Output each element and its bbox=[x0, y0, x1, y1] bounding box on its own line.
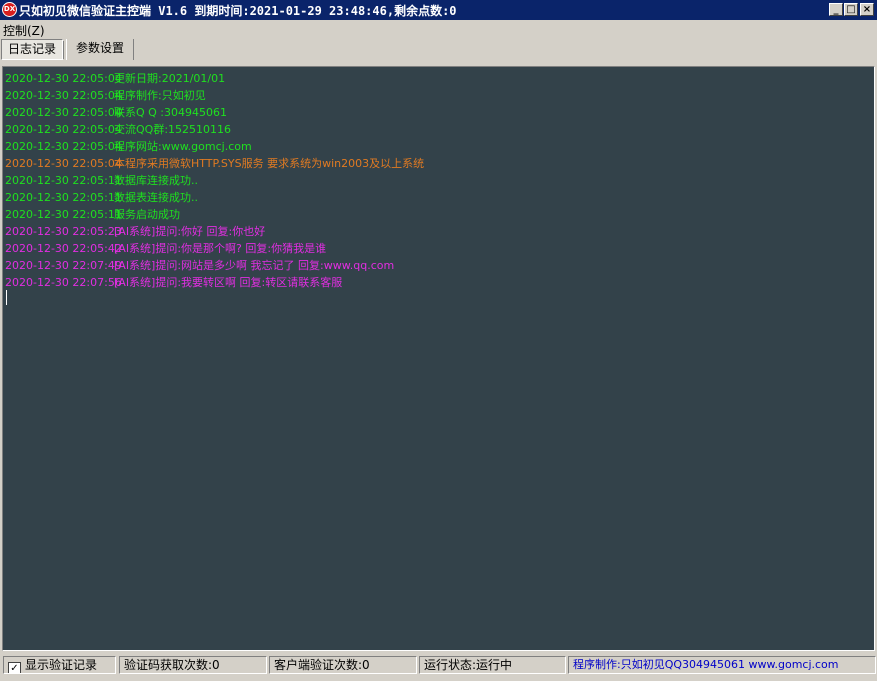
log-message: 本程序采用微软HTTP.SYS服务 要求系统为win2003及以上系统 bbox=[114, 157, 425, 170]
log-line: 2020-12-30 22:05:11服务启动成功 bbox=[5, 206, 180, 223]
log-line: 2020-12-30 22:05:04程序制作:只如初见 bbox=[5, 87, 206, 104]
log-message: [AI系统]提问:网站是多少啊 我忘记了 回复:www.qq.com bbox=[114, 259, 395, 272]
minimize-button[interactable]: _ bbox=[829, 3, 843, 16]
window-title: 只如初见微信验证主控端 V1.6 到期时间:2021-01-29 23:48:4… bbox=[19, 4, 457, 18]
check-icon[interactable]: ✓ bbox=[8, 662, 21, 673]
log-message: [AI系统]提问:我要转区啊 回复:转区请联系客服 bbox=[114, 276, 343, 289]
log-message: [AI系统]提问:你是那个啊? 回复:你猜我是谁 bbox=[114, 242, 327, 255]
log-time: 2020-12-30 22:05:04 bbox=[5, 140, 122, 153]
log-line: 2020-12-30 22:07:49[AI系统]提问:网站是多少啊 我忘记了 … bbox=[5, 257, 394, 274]
tab-strip: 日志记录 参数设置 bbox=[0, 38, 877, 62]
show-log-toggle[interactable]: ✓ 显示验证记录 bbox=[3, 656, 116, 674]
tab-divider bbox=[133, 41, 134, 59]
app-icon[interactable]: DX bbox=[2, 2, 17, 17]
log-line: 2020-12-30 22:05:04交流QQ群:152510116 bbox=[5, 121, 231, 138]
menu-control[interactable]: 控制(Z) bbox=[3, 22, 45, 39]
log-time: 2020-12-30 22:05:04 bbox=[5, 106, 122, 119]
log-time: 2020-12-30 22:05:11 bbox=[5, 174, 122, 187]
log-time: 2020-12-30 22:05:04 bbox=[5, 89, 122, 102]
log-time: 2020-12-30 22:07:56 bbox=[5, 276, 122, 289]
log-line: 2020-12-30 22:05:11数据库连接成功.. bbox=[5, 172, 198, 189]
log-time: 2020-12-30 22:05:23 bbox=[5, 225, 122, 238]
credit-text: 程序制作:只如初见QQ304945061 www.gomcj.com bbox=[568, 656, 876, 674]
code-fetch-count: 验证码获取次数:0 bbox=[119, 656, 267, 674]
log-message: 数据库连接成功.. bbox=[114, 174, 198, 187]
tab-divider bbox=[63, 41, 64, 59]
log-message: 服务启动成功 bbox=[114, 208, 180, 221]
log-message: 交流QQ群:152510116 bbox=[114, 123, 232, 136]
log-message: [AI系统]提问:你好 回复:你也好 bbox=[114, 225, 266, 238]
log-time: 2020-12-30 22:05:42 bbox=[5, 242, 122, 255]
log-line: 2020-12-30 22:05:04联系Q Q :304945061 bbox=[5, 104, 227, 121]
log-message: 程序制作:只如初见 bbox=[114, 89, 206, 102]
log-message: 联系Q Q :304945061 bbox=[114, 106, 228, 119]
text-caret bbox=[6, 290, 7, 305]
log-message: 数据表连接成功.. bbox=[114, 191, 198, 204]
log-panel[interactable]: 2020-12-30 22:05:04更新日期:2021/01/01 2020-1… bbox=[2, 66, 875, 651]
log-message: 更新日期:2021/01/01 bbox=[114, 72, 226, 85]
log-time: 2020-12-30 22:05:11 bbox=[5, 208, 122, 221]
log-time: 2020-12-30 22:05:04 bbox=[5, 123, 122, 136]
log-line: 2020-12-30 22:07:56[AI系统]提问:我要转区啊 回复:转区请… bbox=[5, 274, 342, 291]
log-line: 2020-12-30 22:05:11数据表连接成功.. bbox=[5, 189, 198, 206]
maximize-button[interactable]: □ bbox=[844, 3, 858, 16]
log-line: 2020-12-30 22:05:04本程序采用微软HTTP.SYS服务 要求系… bbox=[5, 155, 424, 172]
log-line: 2020-12-30 22:05:04更新日期:2021/01/01 bbox=[5, 70, 225, 87]
log-time: 2020-12-30 22:05:11 bbox=[5, 191, 122, 204]
menu-bar: 控制(Z) bbox=[0, 20, 877, 38]
status-bar: ✓ 显示验证记录 验证码获取次数:0 客户端验证次数:0 运行状态:运行中 程序制… bbox=[0, 654, 877, 676]
close-button[interactable]: × bbox=[860, 3, 874, 16]
log-line: 2020-12-30 22:05:04程序网站:www.gomcj.com bbox=[5, 138, 252, 155]
tab-log[interactable]: 日志记录 bbox=[1, 39, 64, 60]
log-time: 2020-12-30 22:07:49 bbox=[5, 259, 122, 272]
tab-settings[interactable]: 参数设置 bbox=[66, 39, 135, 60]
log-line: 2020-12-30 22:05:42[AI系统]提问:你是那个啊? 回复:你猜… bbox=[5, 240, 326, 257]
run-state: 运行状态:运行中 bbox=[419, 656, 566, 674]
log-time: 2020-12-30 22:05:04 bbox=[5, 72, 122, 85]
client-verify-count: 客户端验证次数:0 bbox=[269, 656, 417, 674]
show-log-label: 显示验证记录 bbox=[25, 658, 98, 672]
title-bar: DX 只如初见微信验证主控端 V1.6 到期时间:2021-01-29 23:4… bbox=[0, 0, 877, 20]
log-line: 2020-12-30 22:05:23[AI系统]提问:你好 回复:你也好 bbox=[5, 223, 265, 240]
log-message: 程序网站:www.gomcj.com bbox=[114, 140, 252, 153]
log-time: 2020-12-30 22:05:04 bbox=[5, 157, 122, 170]
